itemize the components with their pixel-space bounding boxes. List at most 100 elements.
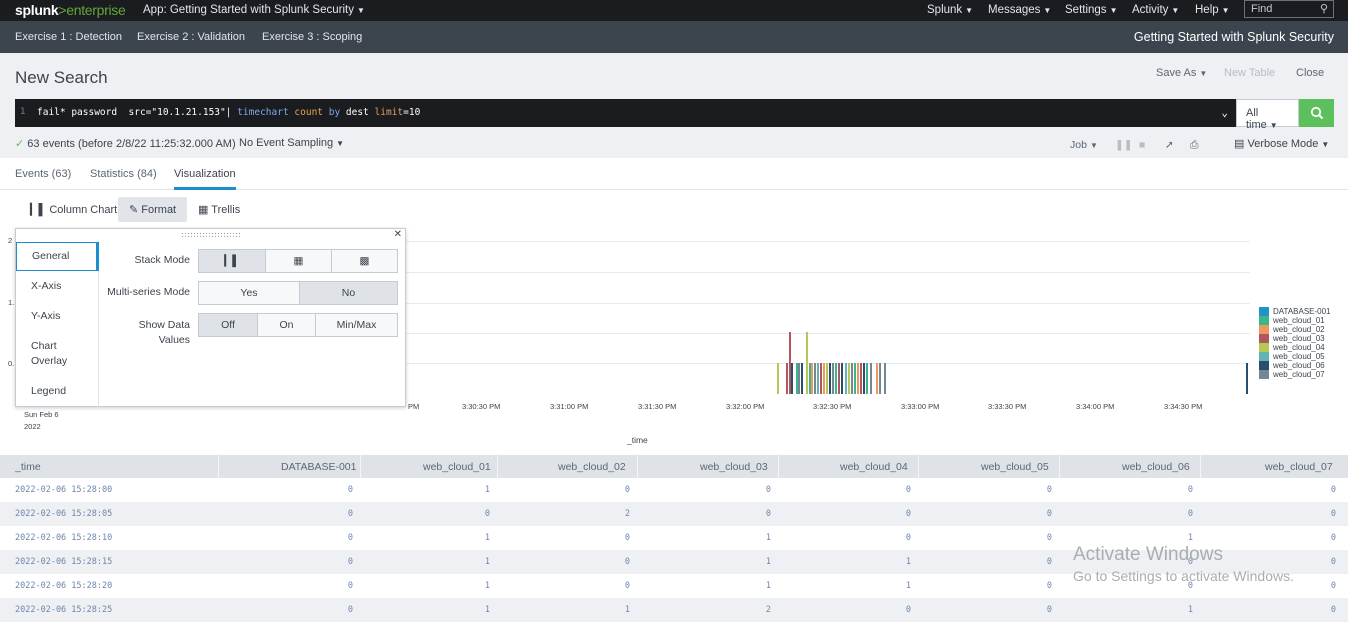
show-values-off[interactable]: Off bbox=[198, 313, 258, 337]
cell-value[interactable]: 1 bbox=[485, 557, 490, 567]
cell-value[interactable]: 0 bbox=[348, 581, 353, 591]
share-icon[interactable]: ➚ bbox=[1165, 139, 1174, 151]
cell-value[interactable]: 0 bbox=[906, 509, 911, 519]
pause-icon[interactable]: ❚❚ bbox=[1115, 139, 1133, 151]
cell-value[interactable]: 0 bbox=[348, 533, 353, 543]
cell-value[interactable]: 1 bbox=[766, 557, 771, 567]
cell-value[interactable]: 1 bbox=[485, 485, 490, 495]
cell-value[interactable]: 0 bbox=[1331, 533, 1336, 543]
cell-value[interactable]: 0 bbox=[625, 485, 630, 495]
drag-handle[interactable] bbox=[181, 232, 241, 237]
legend-item[interactable]: DATABASE-001 bbox=[1259, 307, 1331, 316]
chart-bar[interactable] bbox=[798, 363, 800, 394]
column-header[interactable]: DATABASE-001 bbox=[281, 461, 356, 473]
cell-value[interactable]: 0 bbox=[1331, 485, 1336, 495]
tab-visualization[interactable]: Visualization bbox=[174, 168, 236, 190]
search-query-input[interactable]: 1 fail* password src="10.1.21.153"| time… bbox=[15, 99, 1236, 127]
column-header[interactable]: web_cloud_07 bbox=[1265, 461, 1333, 473]
chart-bar[interactable] bbox=[838, 363, 840, 394]
cell-value[interactable]: 0 bbox=[625, 533, 630, 543]
menu-activity[interactable]: Activity ▼ bbox=[1132, 4, 1179, 16]
chart-bar[interactable] bbox=[866, 363, 868, 394]
menu-settings[interactable]: Settings ▼ bbox=[1065, 4, 1117, 16]
cell-value[interactable]: 0 bbox=[906, 485, 911, 495]
cell-value[interactable]: 0 bbox=[1047, 485, 1052, 495]
column-header[interactable]: web_cloud_06 bbox=[1122, 461, 1190, 473]
cell-value[interactable]: 0 bbox=[625, 581, 630, 591]
cell-value[interactable]: 1 bbox=[485, 533, 490, 543]
column-header[interactable]: web_cloud_02 bbox=[558, 461, 626, 473]
cell-value[interactable]: 0 bbox=[348, 557, 353, 567]
cell-value[interactable]: 0 bbox=[1047, 557, 1052, 567]
cell-value[interactable]: 0 bbox=[348, 605, 353, 615]
table-row[interactable]: 2022-02-06 15:28:00 0 1 0 0 0 0 0 0 bbox=[0, 478, 1348, 502]
cell-value[interactable]: 0 bbox=[906, 605, 911, 615]
find-input[interactable]: Find ⚲ bbox=[1244, 0, 1334, 18]
multi-series-no[interactable]: No bbox=[299, 281, 398, 305]
legend-item[interactable]: web_cloud_07 bbox=[1259, 370, 1331, 379]
format-button[interactable]: ✎ Format bbox=[118, 197, 188, 222]
cell-value[interactable]: 0 bbox=[1047, 605, 1052, 615]
cell-value[interactable]: 1 bbox=[766, 581, 771, 591]
cell-value[interactable]: 0 bbox=[1047, 533, 1052, 543]
chevron-down-icon[interactable]: ⌄ bbox=[1221, 106, 1228, 119]
legend-item[interactable]: web_cloud_03 bbox=[1259, 334, 1331, 343]
format-section-x-axis[interactable]: X-Axis bbox=[31, 279, 91, 294]
column-header[interactable]: _time bbox=[15, 461, 41, 473]
cell-value[interactable]: 1 bbox=[485, 605, 490, 615]
print-icon[interactable]: ⎙ bbox=[1190, 139, 1198, 152]
column-header[interactable]: web_cloud_05 bbox=[981, 461, 1049, 473]
nav-exercise-2[interactable]: Exercise 2 : Validation bbox=[137, 31, 245, 43]
app-title[interactable]: Getting Started with Splunk Security bbox=[1134, 30, 1334, 44]
cell-value[interactable]: 2 bbox=[766, 605, 771, 615]
cell-value[interactable]: 0 bbox=[1188, 485, 1193, 495]
stack-mode-stacked[interactable]: ▦ bbox=[265, 249, 332, 273]
cell-value[interactable]: 0 bbox=[1047, 581, 1052, 591]
cell-value[interactable]: 0 bbox=[1331, 557, 1336, 567]
new-table-button[interactable]: New Table bbox=[1224, 67, 1275, 79]
cell-time[interactable]: 2022-02-06 15:28:15 bbox=[15, 557, 112, 567]
legend-item[interactable]: web_cloud_04 bbox=[1259, 343, 1331, 352]
legend-item[interactable]: web_cloud_05 bbox=[1259, 352, 1331, 361]
chart-bar[interactable] bbox=[832, 363, 834, 394]
cell-value[interactable]: 2 bbox=[625, 509, 630, 519]
cell-value[interactable]: 0 bbox=[348, 485, 353, 495]
column-header[interactable]: web_cloud_01 bbox=[423, 461, 491, 473]
cell-value[interactable]: 0 bbox=[1331, 605, 1336, 615]
chart-bar[interactable] bbox=[786, 363, 788, 394]
cell-value[interactable]: 0 bbox=[485, 509, 490, 519]
job-menu[interactable]: Job ▼ bbox=[1070, 139, 1098, 151]
format-section-legend[interactable]: Legend bbox=[31, 384, 91, 399]
menu-help[interactable]: Help ▼ bbox=[1195, 4, 1230, 16]
chart-bar[interactable] bbox=[791, 363, 793, 394]
chart-bar[interactable] bbox=[826, 363, 828, 394]
event-sampling-dropdown[interactable]: No Event Sampling ▼ bbox=[239, 137, 344, 149]
chart-bar[interactable] bbox=[845, 363, 847, 394]
cell-value[interactable]: 0 bbox=[766, 485, 771, 495]
cell-value[interactable]: 0 bbox=[1331, 509, 1336, 519]
chart-bar[interactable] bbox=[806, 332, 808, 394]
legend-item[interactable]: web_cloud_02 bbox=[1259, 325, 1331, 334]
legend-item[interactable]: web_cloud_01 bbox=[1259, 316, 1331, 325]
chart-bar[interactable] bbox=[860, 363, 862, 394]
cell-time[interactable]: 2022-02-06 15:28:05 bbox=[15, 509, 112, 519]
cell-value[interactable]: 0 bbox=[906, 533, 911, 543]
menu-splunk[interactable]: Splunk ▼ bbox=[927, 4, 973, 16]
chart-bar[interactable] bbox=[848, 363, 850, 394]
cell-value[interactable]: 1 bbox=[485, 581, 490, 591]
chart-bar[interactable] bbox=[1246, 363, 1248, 394]
chart-bar[interactable] bbox=[884, 363, 886, 394]
table-row[interactable]: 2022-02-06 15:28:25 0 1 1 2 0 0 1 0 bbox=[0, 598, 1348, 622]
chart-bar[interactable] bbox=[829, 363, 831, 394]
chart-bar[interactable] bbox=[820, 363, 822, 394]
cell-value[interactable]: 1 bbox=[906, 581, 911, 591]
cell-value[interactable]: 1 bbox=[906, 557, 911, 567]
close-button[interactable]: Close bbox=[1296, 67, 1324, 79]
chart-bar[interactable] bbox=[851, 363, 853, 394]
show-values-minmax[interactable]: Min/Max bbox=[315, 313, 398, 337]
chart-bar[interactable] bbox=[870, 363, 872, 394]
trellis-button[interactable]: ▦ Trellis bbox=[187, 197, 251, 222]
stop-icon[interactable]: ■ bbox=[1139, 139, 1145, 151]
table-row[interactable]: 2022-02-06 15:28:05 0 0 2 0 0 0 0 0 bbox=[0, 502, 1348, 526]
tab-events[interactable]: Events (63) bbox=[15, 168, 71, 180]
